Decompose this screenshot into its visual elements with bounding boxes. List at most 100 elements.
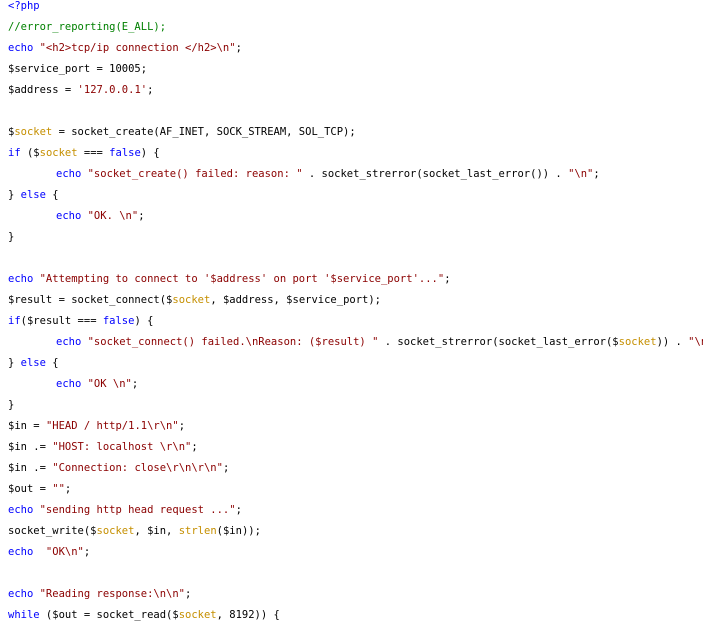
code-token: echo (8, 504, 40, 516)
code-token: $in .= (8, 462, 53, 474)
code-token: ; (444, 273, 451, 285)
code-token: } (8, 231, 15, 243)
code-line: //error_reporting(E_ALL); (8, 17, 703, 38)
code-token: echo (56, 210, 88, 222)
code-line: } (8, 395, 703, 416)
code-token: else (20, 189, 46, 201)
code-line: $in .= "Connection: close\r\n\r\n"; (8, 458, 703, 479)
code-token: <?php (8, 0, 40, 12)
code-line: <?php (8, 0, 703, 17)
code-token: ; (83, 546, 91, 558)
code-token: while (8, 609, 40, 621)
code-token: if (8, 147, 21, 159)
code-token: strlen (178, 525, 217, 537)
code-token: echo (8, 588, 40, 600)
code-token: "sending http head request ..." (39, 504, 236, 516)
code-token: "Reading response:\n\n" (39, 588, 186, 600)
code-token: socket (39, 147, 78, 159)
code-token: } (8, 189, 21, 201)
code-line: if($result === false) { (8, 311, 703, 332)
code-token: ; (64, 483, 72, 495)
code-token: $in = (8, 420, 46, 432)
code-token: socket (14, 126, 53, 138)
code-token: echo (56, 168, 88, 180)
code-token: { (45, 189, 59, 201)
code-token: '127.0.0.1' (77, 84, 148, 96)
code-line: } else { (8, 353, 703, 374)
code-token: "OK\n" (39, 546, 84, 558)
code-token: { (45, 357, 59, 369)
code-line: echo "<h2>tcp/ip connection </h2>\n"; (8, 38, 703, 59)
code-line: echo "sending http head request ..."; (8, 500, 703, 521)
code-line: socket_write($socket, $in, strlen($in)); (8, 521, 703, 542)
code-line: echo "OK\n"; (8, 542, 703, 563)
code-line: echo "Attempting to connect to '$address… (8, 269, 703, 290)
code-token: $in .= (8, 441, 53, 453)
code-token: )) . (656, 336, 689, 348)
code-token: $out = (8, 483, 53, 495)
code-token: "socket_create() failed: reason: " (87, 168, 303, 180)
code-token: "\n" (568, 168, 594, 180)
code-token: ; (235, 504, 242, 516)
code-token: "HEAD / http/1.1\r\n" (45, 420, 179, 432)
code-token: ; (235, 42, 242, 54)
code-view[interactable]: <?php //error_reporting(E_ALL);echo "<h2>… (8, 0, 703, 626)
code-token: echo (8, 546, 40, 558)
code-token: else (20, 357, 46, 369)
code-line: $out = ""; (8, 479, 703, 500)
code-line: while ($out = socket_read($socket, 8192)… (8, 605, 703, 626)
code-line: echo "OK. \n"; (8, 206, 703, 227)
code-token: "OK \n" (87, 378, 132, 390)
code-token: ; (147, 84, 154, 96)
code-token: ; (191, 441, 198, 453)
code-token: ($in)); (216, 525, 261, 537)
code-token: "socket_connect() failed.\nReason: ($res… (87, 336, 379, 348)
code-token: "OK. \n" (87, 210, 139, 222)
code-token: "\n" (688, 336, 703, 348)
code-token: socket (618, 336, 657, 348)
code-token: socket (178, 609, 217, 621)
code-line: echo "socket_connect() failed.\nReason: … (8, 332, 703, 353)
code-token: ) { (134, 315, 154, 327)
code-token: $service_port = 10005; (8, 63, 148, 75)
code-token: ; (222, 462, 230, 474)
code-token: socket (96, 525, 135, 537)
code-token: socket_write($ (8, 525, 97, 537)
code-line: } else { (8, 185, 703, 206)
code-token: ; (138, 210, 145, 222)
code-token: echo (56, 378, 88, 390)
code-token: ) { (140, 147, 160, 159)
code-token: } (8, 399, 15, 411)
code-token: //error_reporting(E_ALL); (8, 21, 167, 33)
code-token: "Attempting to connect to '$address' on … (39, 273, 445, 285)
code-token: "HOST: localhost \r\n" (52, 441, 192, 453)
code-token: ($ (20, 147, 40, 159)
code-token: echo (56, 336, 88, 348)
code-token: $result = socket_connect($ (8, 294, 173, 306)
code-token: false (102, 315, 135, 327)
code-token: . socket_strerror(socket_last_error()) . (302, 168, 569, 180)
code-line: $socket = socket_create(AF_INET, SOCK_ST… (8, 122, 703, 143)
code-token: === (77, 147, 110, 159)
code-token: ; (593, 168, 600, 180)
code-token: echo (8, 273, 40, 285)
code-token: ($result === (20, 315, 103, 327)
code-line: $in .= "HOST: localhost \r\n"; (8, 437, 703, 458)
code-token: , $in, (134, 525, 179, 537)
code-token: echo (8, 42, 40, 54)
code-line: $address = '127.0.0.1'; (8, 80, 703, 101)
code-token: ; (178, 420, 186, 432)
code-token: ; (131, 378, 139, 390)
code-token: "Connection: close\r\n\r\n" (52, 462, 223, 474)
code-line: $service_port = 10005; (8, 59, 703, 80)
code-token: "<h2>tcp/ip connection </h2>\n" (39, 42, 236, 54)
code-line: echo "Reading response:\n\n"; (8, 584, 703, 605)
code-token: "" (52, 483, 65, 495)
code-token: socket (172, 294, 211, 306)
code-token: $address = (8, 84, 78, 96)
code-token: if (8, 315, 21, 327)
code-line: echo "OK \n"; (8, 374, 703, 395)
